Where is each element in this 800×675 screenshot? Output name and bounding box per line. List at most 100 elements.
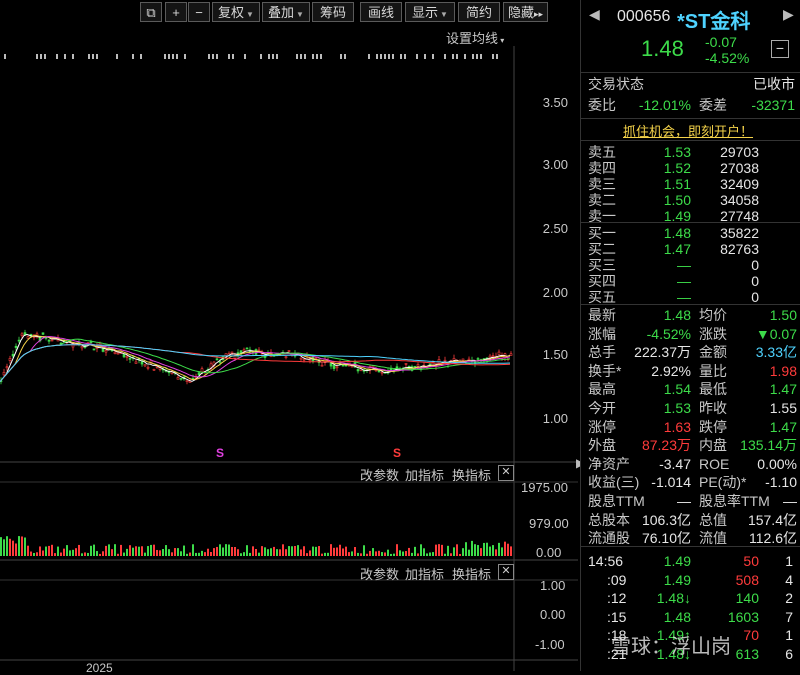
event-marker[interactable] xyxy=(312,54,314,59)
event-marker[interactable] xyxy=(44,54,46,59)
event-marker[interactable] xyxy=(380,54,382,59)
event-marker[interactable] xyxy=(260,54,262,59)
event-marker[interactable] xyxy=(184,54,186,59)
volume-bar xyxy=(501,547,503,556)
event-marker[interactable] xyxy=(432,54,434,59)
overlay-button[interactable]: 叠加 ▼ xyxy=(262,2,310,22)
volume-bar xyxy=(465,542,467,556)
event-marker[interactable] xyxy=(316,54,318,59)
close-icon[interactable]: ✕ xyxy=(498,465,514,481)
event-marker[interactable] xyxy=(88,54,90,59)
event-marker[interactable] xyxy=(208,54,210,59)
event-marker[interactable] xyxy=(304,54,306,59)
event-marker[interactable] xyxy=(464,54,466,59)
event-marker[interactable] xyxy=(64,54,66,59)
minimize-icon[interactable]: − xyxy=(771,40,789,58)
event-marker[interactable] xyxy=(232,54,234,59)
event-marker[interactable] xyxy=(476,54,478,59)
event-marker[interactable] xyxy=(416,54,418,59)
event-marker[interactable] xyxy=(424,54,426,59)
event-marker[interactable] xyxy=(132,54,134,59)
zoom-out-button[interactable]: − xyxy=(188,2,210,22)
event-marker[interactable] xyxy=(276,54,278,59)
kline-chart[interactable] xyxy=(0,24,578,671)
event-marker[interactable] xyxy=(456,54,458,59)
switch-indicator-button[interactable]: 换指标 xyxy=(452,564,491,583)
close-icon[interactable]: ✕ xyxy=(498,564,514,580)
event-marker[interactable] xyxy=(340,54,342,59)
tick-volume: 140 xyxy=(735,590,759,607)
volume-bar xyxy=(252,546,254,556)
event-marker[interactable] xyxy=(212,54,214,59)
event-marker[interactable] xyxy=(92,54,94,59)
event-marker[interactable] xyxy=(388,54,390,59)
edit-params-button[interactable]: 改参数 xyxy=(360,465,399,484)
edit-params-button[interactable]: 改参数 xyxy=(360,564,399,583)
volume-bar xyxy=(369,550,371,556)
event-marker[interactable] xyxy=(344,54,346,59)
stat-label: 涨幅 xyxy=(588,325,616,342)
event-marker[interactable] xyxy=(300,54,302,59)
event-marker[interactable] xyxy=(472,54,474,59)
event-marker[interactable] xyxy=(96,54,98,59)
volume-bar xyxy=(279,549,281,556)
chips-button[interactable]: 筹码 xyxy=(312,2,354,22)
candle-body xyxy=(284,356,288,358)
event-marker[interactable] xyxy=(36,54,38,59)
restore-rights-button[interactable]: 复权 ▼ xyxy=(212,2,260,22)
event-marker[interactable] xyxy=(492,54,494,59)
event-marker[interactable] xyxy=(496,54,498,59)
event-marker[interactable] xyxy=(228,54,230,59)
candle-body xyxy=(404,363,408,365)
event-marker[interactable] xyxy=(452,54,454,59)
event-marker[interactable] xyxy=(444,54,446,59)
promo-link[interactable]: 抓住机会，即刻开户！ xyxy=(623,121,753,140)
event-marker[interactable] xyxy=(40,54,42,59)
event-marker[interactable] xyxy=(384,54,386,59)
volume-bar xyxy=(312,546,314,556)
stat-label: 涨停 xyxy=(588,418,616,435)
event-marker[interactable] xyxy=(404,54,406,59)
add-indicator-button[interactable]: 加指标 xyxy=(405,564,444,583)
event-marker[interactable] xyxy=(176,54,178,59)
display-button[interactable]: 显示 ▼ xyxy=(405,2,455,22)
event-marker[interactable] xyxy=(172,54,174,59)
add-indicator-button[interactable]: 加指标 xyxy=(405,465,444,484)
event-marker[interactable] xyxy=(480,54,482,59)
simple-button[interactable]: 简约 xyxy=(458,2,500,22)
event-marker[interactable] xyxy=(72,54,74,59)
event-marker[interactable] xyxy=(4,54,6,59)
event-marker[interactable] xyxy=(272,54,274,59)
volume-bar xyxy=(249,552,251,556)
event-marker[interactable] xyxy=(168,54,170,59)
next-stock-icon[interactable]: ▶ xyxy=(783,6,794,23)
event-marker[interactable] xyxy=(392,54,394,59)
event-marker[interactable] xyxy=(400,54,402,59)
stat-value: 106.3亿 xyxy=(641,511,691,528)
event-marker[interactable] xyxy=(376,54,378,59)
volume-bar xyxy=(48,545,50,556)
osc-tick: 1.00 xyxy=(540,578,566,593)
window-toggle-button[interactable]: ⧉ xyxy=(140,2,162,22)
event-marker[interactable] xyxy=(116,54,118,59)
candle-body xyxy=(185,380,189,382)
event-marker[interactable] xyxy=(244,54,246,59)
switch-indicator-button[interactable]: 换指标 xyxy=(452,465,491,484)
event-marker[interactable] xyxy=(140,54,142,59)
zoom-in-button[interactable]: + xyxy=(165,2,187,22)
hide-button[interactable]: 隐藏▸▸ xyxy=(503,2,548,22)
volume-bar xyxy=(441,544,443,556)
event-marker[interactable] xyxy=(268,54,270,59)
draw-line-button[interactable]: 画线 xyxy=(360,2,402,22)
event-marker[interactable] xyxy=(320,54,322,59)
event-marker[interactable] xyxy=(216,54,218,59)
event-marker[interactable] xyxy=(56,54,58,59)
ma-settings-button[interactable]: 设置均线 ▾ xyxy=(446,28,504,47)
volume-bar xyxy=(492,545,494,556)
event-marker[interactable] xyxy=(164,54,166,59)
event-marker[interactable] xyxy=(296,54,298,59)
chevron-down-icon: ▼ xyxy=(246,10,254,19)
prev-stock-icon[interactable]: ◀ xyxy=(589,6,600,23)
event-marker[interactable] xyxy=(368,54,370,59)
quote-row: :09 1.49 508 4 xyxy=(581,571,800,590)
